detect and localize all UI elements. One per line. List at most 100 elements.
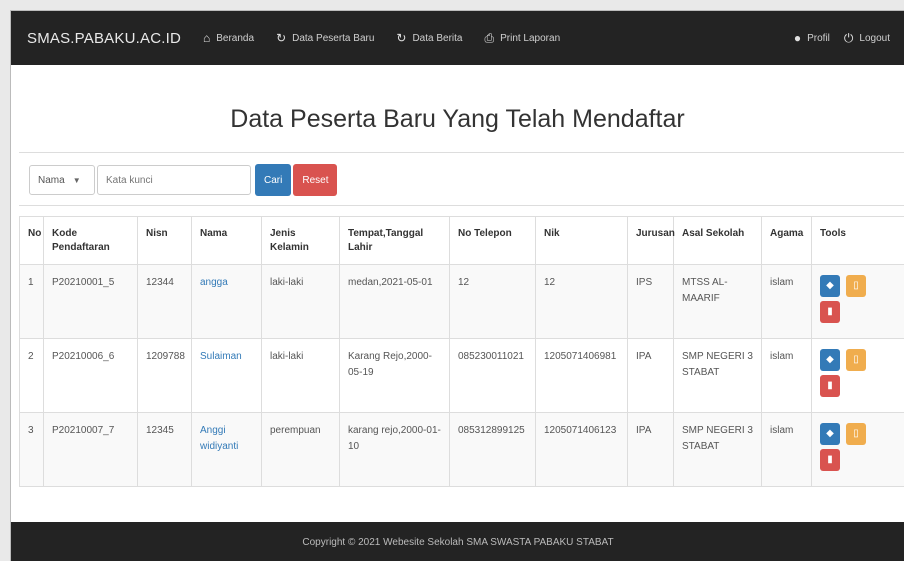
nav-label: Profil — [807, 32, 830, 44]
cell-asal-sekolah: MTSS AL-MAARIF — [673, 264, 762, 339]
edit-icon: ▯ — [853, 428, 859, 439]
col-header: Asal Sekolah — [673, 216, 762, 265]
col-header: Agama — [761, 216, 812, 265]
cell-nisn: 12345 — [137, 412, 192, 487]
cell-jurusan: IPA — [627, 412, 674, 487]
col-header: Nama — [191, 216, 262, 265]
cari-button[interactable]: Cari — [255, 164, 292, 196]
view-button[interactable]: ◆ — [820, 275, 840, 297]
trash-icon: ▮ — [827, 306, 833, 317]
edit-icon: ▯ — [853, 280, 859, 291]
nav-label: Data Peserta Baru — [292, 32, 375, 44]
col-header: Tools — [811, 216, 904, 265]
search-field-select[interactable]: Nama ▼ — [29, 165, 95, 195]
nav-label: Data Berita — [412, 32, 463, 44]
cell-no: 2 — [19, 338, 44, 413]
nav-beranda[interactable]: ⌂ Beranda — [203, 31, 254, 45]
search-input[interactable] — [97, 165, 251, 195]
nav-label: Logout — [859, 32, 890, 44]
delete-button[interactable]: ▮ — [820, 301, 840, 323]
cell-nisn: 12344 — [137, 264, 192, 339]
edit-button[interactable]: ▯ — [846, 349, 866, 371]
table-row: 2 P20210006_6 1209788 Sulaiman laki-laki… — [19, 338, 904, 413]
cell-jenis-kelamin: laki-laki — [261, 338, 340, 413]
print-icon: ⎙ — [484, 30, 495, 45]
user-icon: ● — [793, 31, 802, 45]
cell-kode: P20210006_6 — [43, 338, 138, 413]
nama-link[interactable]: angga — [200, 277, 228, 288]
search-bar: Nama ▼ Cari Reset — [11, 163, 904, 197]
select-value: Nama — [38, 174, 65, 186]
cell-ttl: karang rejo,2000-01-10 — [339, 412, 450, 487]
nav-print-laporan[interactable]: ⎙ Print Laporan — [484, 31, 560, 46]
cell-agama: islam — [761, 338, 812, 413]
browser-viewport: SMAS.PABAKU.AC.ID ⌂ Beranda ↻ Data Peser… — [10, 10, 904, 561]
table-row: 3 P20210007_7 12345 Anggi widiyanti pere… — [19, 412, 904, 487]
table-header-row: No Kode Pendaftaran Nisn Nama Jenis Kela… — [19, 216, 904, 265]
nav-data-peserta-baru[interactable]: ↻ Data Peserta Baru — [276, 31, 374, 45]
delete-button[interactable]: ▮ — [820, 375, 840, 397]
cell-jenis-kelamin: laki-laki — [261, 264, 340, 339]
cell-nama: angga — [191, 264, 262, 339]
nama-link[interactable]: Sulaiman — [200, 351, 242, 362]
cell-nama: Sulaiman — [191, 338, 262, 413]
home-icon: ⌂ — [203, 31, 211, 45]
cell-agama: islam — [761, 264, 812, 339]
nav-right: ● Profil ⏻ Logout — [794, 31, 904, 46]
view-icon: ◆ — [826, 428, 834, 439]
cell-nama: Anggi widiyanti — [191, 412, 262, 487]
edit-button[interactable]: ▯ — [846, 423, 866, 445]
top-navbar: SMAS.PABAKU.AC.ID ⌂ Beranda ↻ Data Peser… — [11, 11, 904, 65]
cell-no: 3 — [19, 412, 44, 487]
cell-kode: P20210001_5 — [43, 264, 138, 339]
col-header: Tempat,Tanggal Lahir — [339, 216, 450, 265]
cell-kode: P20210007_7 — [43, 412, 138, 487]
nav-data-berita[interactable]: ↻ Data Berita — [396, 31, 462, 45]
cell-telepon: 085230011021 — [449, 338, 536, 413]
reset-button[interactable]: Reset — [293, 164, 338, 196]
footer: Copyright © 2021 Webesite Sekolah SMA SW… — [11, 522, 904, 561]
cell-asal-sekolah: SMP NEGERI 3 STABAT — [673, 412, 762, 487]
cell-ttl: medan,2021-05-01 — [339, 264, 450, 339]
peserta-table: No Kode Pendaftaran Nisn Nama Jenis Kela… — [19, 216, 904, 487]
nama-link[interactable]: Anggi widiyanti — [200, 425, 238, 452]
col-header: Jenis Kelamin — [261, 216, 340, 265]
cell-jurusan: IPS — [627, 264, 674, 339]
nav-logout[interactable]: ⏻ Logout — [844, 31, 890, 46]
trash-icon: ▮ — [827, 380, 833, 391]
view-button[interactable]: ◆ — [820, 423, 840, 445]
col-header: Jurusan — [627, 216, 675, 265]
cell-telepon: 12 — [449, 264, 536, 339]
col-header: No Telepon — [449, 216, 536, 265]
cell-agama: islam — [761, 412, 812, 487]
view-icon: ◆ — [826, 280, 834, 291]
copyright-text: Copyright © 2021 Webesite Sekolah SMA SW… — [302, 536, 614, 548]
refresh-icon: ↻ — [396, 31, 407, 45]
brand-link[interactable]: SMAS.PABAKU.AC.ID — [27, 30, 181, 47]
cell-no: 1 — [19, 264, 44, 339]
col-header: Kode Pendaftaran — [43, 216, 138, 265]
edit-button[interactable]: ▯ — [846, 275, 866, 297]
cell-telepon: 085312899125 — [449, 412, 536, 487]
cell-jenis-kelamin: perempuan — [261, 412, 340, 487]
table-row: 1 P20210001_5 12344 angga laki-laki meda… — [19, 264, 904, 339]
divider — [19, 205, 904, 206]
cell-nik: 1205071406981 — [535, 338, 628, 413]
cell-jurusan: IPA — [627, 338, 674, 413]
logout-icon: ⏻ — [843, 30, 854, 45]
page-title: Data Peserta Baru Yang Telah Mendaftar — [230, 105, 685, 133]
cell-nik: 12 — [535, 264, 628, 339]
cell-nisn: 1209788 — [137, 338, 192, 413]
divider — [19, 152, 904, 153]
nav-label: Beranda — [216, 32, 255, 44]
col-header: Nisn — [137, 216, 192, 265]
delete-button[interactable]: ▮ — [820, 449, 840, 471]
chevron-down-icon: ▼ — [72, 175, 81, 185]
cell-tools: ◆ ▯ ▮ — [811, 338, 904, 413]
cell-asal-sekolah: SMP NEGERI 3 STABAT — [673, 338, 762, 413]
cell-nik: 1205071406123 — [535, 412, 628, 487]
cell-tools: ◆ ▯ ▮ — [811, 264, 904, 339]
cell-tools: ◆ ▯ ▮ — [811, 412, 904, 487]
view-button[interactable]: ◆ — [820, 349, 840, 371]
nav-profil[interactable]: ● Profil — [794, 31, 830, 45]
